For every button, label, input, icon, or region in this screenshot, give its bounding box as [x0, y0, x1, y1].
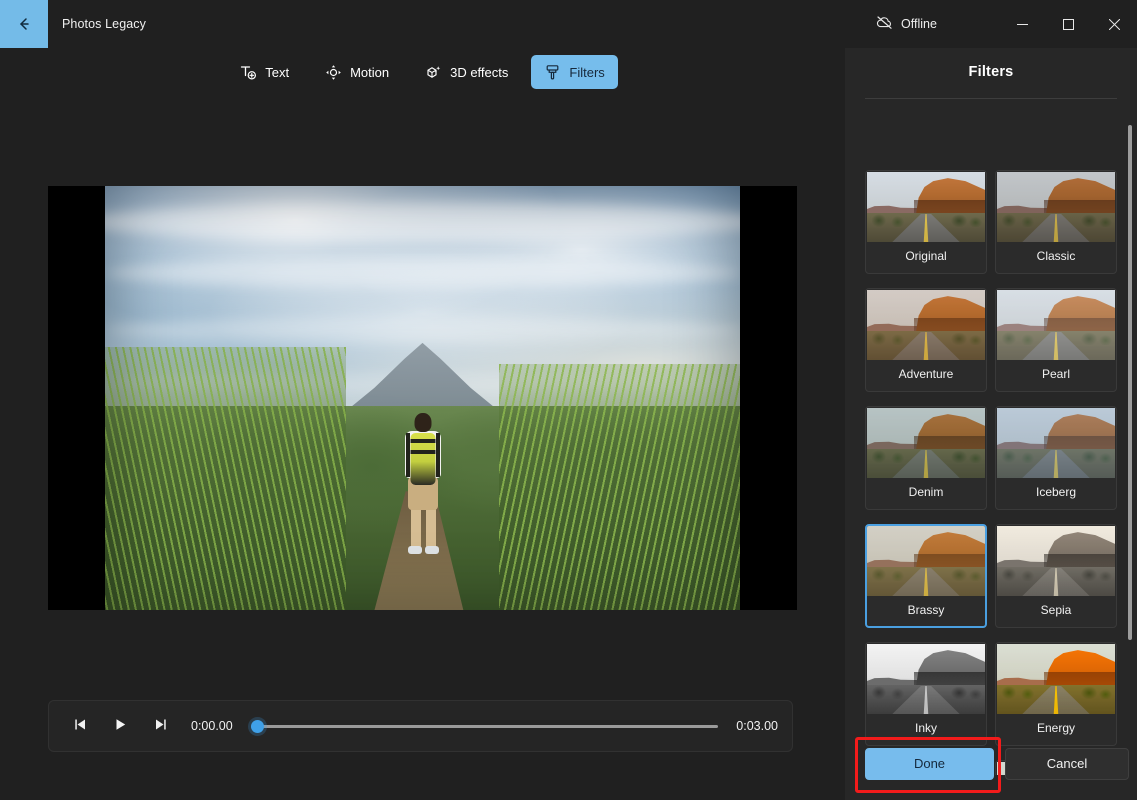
- close-icon: [1108, 18, 1120, 30]
- back-arrow-icon: [15, 15, 33, 33]
- filter-card[interactable]: Adventure: [865, 288, 987, 392]
- tool-text[interactable]: Text: [227, 55, 302, 89]
- slider-thumb[interactable]: [250, 719, 264, 733]
- filter-card[interactable]: Pearl: [995, 288, 1117, 392]
- tool-3d-effects[interactable]: 3D effects: [412, 55, 521, 89]
- offline-status: Offline: [876, 15, 937, 33]
- minimize-button[interactable]: [999, 0, 1045, 48]
- done-button[interactable]: Done: [865, 747, 994, 780]
- filter-thumbnail: [867, 644, 985, 714]
- filter-label: Adventure: [898, 367, 954, 381]
- tool-motion-label: Motion: [350, 64, 390, 80]
- tool-text-label: Text: [265, 64, 290, 80]
- maximize-button[interactable]: [1045, 0, 1091, 48]
- filter-card[interactable]: Original: [865, 170, 987, 274]
- filter-thumbnail: [867, 526, 985, 596]
- filter-thumbnail: [997, 290, 1115, 360]
- filter-label: Pearl: [1041, 367, 1070, 381]
- tool-filters-label: Filters: [569, 64, 605, 80]
- panel-scrollbar[interactable]: [1128, 125, 1132, 640]
- panel-title: Filters: [968, 64, 1014, 80]
- title-bar: Photos Legacy Offline: [0, 0, 1137, 48]
- filter-label: Classic: [1036, 249, 1076, 263]
- panel-footer: Done Cancel: [845, 727, 1137, 800]
- play-icon: [113, 717, 128, 735]
- filter-label: Iceberg: [1035, 485, 1077, 499]
- total-time: 0:03.00: [736, 719, 778, 733]
- add-text-icon: [240, 64, 257, 81]
- filter-card[interactable]: Brassy: [865, 524, 987, 628]
- preview-photo: [105, 186, 740, 610]
- tool-motion[interactable]: Motion: [312, 55, 402, 89]
- next-frame-icon: [153, 717, 168, 735]
- paintbrush-icon: [544, 64, 561, 81]
- previous-frame-icon: [73, 717, 88, 735]
- minimize-icon: [1016, 19, 1028, 30]
- filter-label: Denim: [908, 485, 944, 499]
- cancel-button[interactable]: Cancel: [1005, 747, 1129, 780]
- play-button[interactable]: [103, 710, 137, 742]
- filter-thumbnail: [867, 290, 985, 360]
- next-frame-button[interactable]: [143, 710, 177, 742]
- filter-thumbnail: [867, 172, 985, 242]
- edit-toolbar: Text Motion 3D effects Filters: [0, 54, 845, 90]
- playback-slider[interactable]: [250, 710, 719, 742]
- filter-list: Original Classic Adventure Pearl Denim Iceber…: [845, 120, 1137, 775]
- offline-label: Offline: [901, 17, 937, 31]
- tool-filters[interactable]: Filters: [531, 55, 618, 89]
- filter-thumbnail: [997, 526, 1115, 596]
- back-button[interactable]: [0, 0, 48, 48]
- motion-arrows-icon: [325, 64, 342, 81]
- photos-legacy-window: Photos Legacy Offline Text Motion 3D eff…: [0, 0, 1137, 800]
- panel-divider: [865, 98, 1117, 99]
- 3d-effects-icon: [425, 64, 442, 81]
- filter-card[interactable]: Iceberg: [995, 406, 1117, 510]
- previous-frame-button[interactable]: [63, 710, 97, 742]
- filter-card[interactable]: Sepia: [995, 524, 1117, 628]
- playback-bar: 0:00.00 0:03.00: [48, 700, 793, 752]
- cloud-offline-icon: [876, 15, 893, 33]
- tool-3d-effects-label: 3D effects: [450, 64, 509, 80]
- filter-label: Original: [905, 249, 947, 263]
- filter-thumbnail: [997, 644, 1115, 714]
- filter-thumbnail: [997, 172, 1115, 242]
- filter-thumbnail: [997, 408, 1115, 478]
- slider-track: [250, 724, 719, 728]
- preview-stage: [48, 186, 797, 610]
- photo-vignette: [105, 186, 740, 610]
- filter-card[interactable]: Classic: [995, 170, 1117, 274]
- current-time: 0:00.00: [191, 719, 233, 733]
- filter-label: Sepia: [1040, 603, 1072, 617]
- filters-panel: Filters Original Classic Adventure Pearl Den…: [845, 48, 1137, 800]
- app-title: Photos Legacy: [62, 17, 146, 31]
- filter-card[interactable]: Denim: [865, 406, 987, 510]
- filter-grid: Original Classic Adventure Pearl Denim Iceber…: [865, 170, 1117, 775]
- window-controls: [999, 0, 1137, 48]
- close-button[interactable]: [1091, 0, 1137, 48]
- filter-thumbnail: [867, 408, 985, 478]
- filter-label: Brassy: [907, 603, 945, 617]
- maximize-icon: [1062, 18, 1074, 30]
